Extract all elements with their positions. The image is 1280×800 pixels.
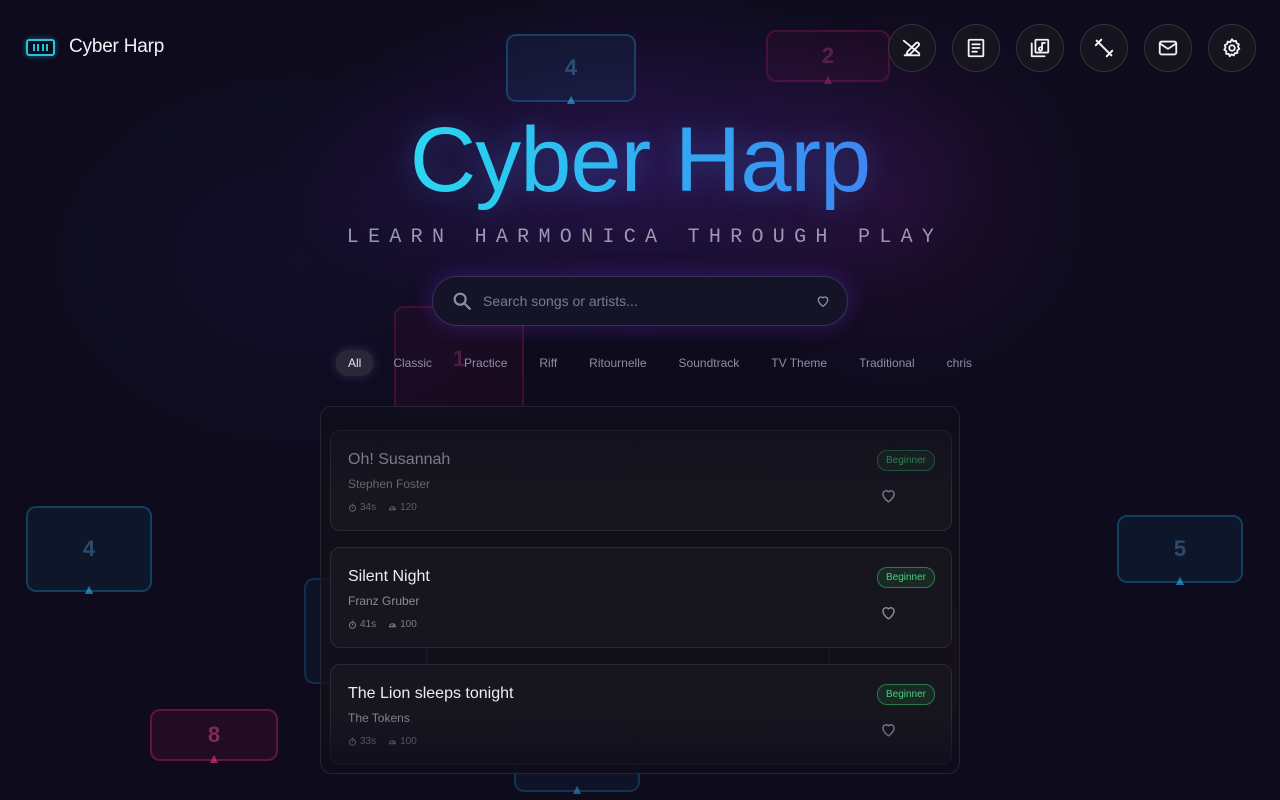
mail-button[interactable] <box>1144 24 1192 72</box>
edit-off-icon <box>902 39 921 57</box>
gear-icon <box>1223 38 1241 58</box>
edit-off-button[interactable] <box>888 24 936 72</box>
category-filters: All Classic Practice Riff Ritournelle So… <box>336 350 1004 376</box>
song-duration: 41s <box>360 619 377 630</box>
favorites-filter-heart-icon[interactable] <box>815 293 831 309</box>
song-card[interactable]: The Lion sleeps tonight The Tokens 33s 1… <box>330 664 952 765</box>
search-bar <box>432 276 848 326</box>
arrow-up-icon: ▲ <box>1173 572 1187 588</box>
hero-title: Cyber Harp <box>0 108 1280 213</box>
favorite-heart-icon[interactable] <box>879 720 898 739</box>
bg-note: 5 ▲ <box>1117 515 1243 587</box>
bg-note: 4 ▲ <box>26 506 152 596</box>
timer-icon <box>348 620 357 629</box>
notes-button[interactable] <box>952 24 1000 72</box>
arrow-up-icon: ▲ <box>207 750 221 766</box>
difficulty-badge: Beginner <box>876 567 935 588</box>
filter-chip-ritournelle[interactable]: Ritournelle <box>589 350 646 376</box>
settings-button[interactable] <box>1208 24 1256 72</box>
arrow-up-icon: ▲ <box>570 781 584 797</box>
top-toolbar <box>888 24 1256 72</box>
song-card[interactable]: Oh! Susannah Stephen Foster 34s 120 Begi… <box>330 430 952 531</box>
filter-chip-soundtrack[interactable]: Soundtrack <box>679 350 740 376</box>
arrow-up-icon: ▲ <box>564 91 578 107</box>
search-icon <box>453 292 471 310</box>
notes-icon <box>967 38 985 58</box>
bg-note: 8 ▲ <box>150 709 278 765</box>
song-tempo: 120 <box>400 502 417 513</box>
tempo-gauge-icon <box>389 740 397 745</box>
favorite-heart-icon[interactable] <box>879 486 898 505</box>
timer-icon <box>348 503 357 512</box>
tempo-gauge-icon <box>389 623 397 628</box>
timer-icon <box>348 737 357 746</box>
hero-subtitle: LEARN HARMONICA THROUGH PLAY <box>346 226 944 249</box>
song-artist: The Tokens <box>348 711 410 725</box>
filter-chip-chris[interactable]: chris <box>947 350 972 376</box>
difficulty-badge: Beginner <box>876 684 935 705</box>
song-artist: Franz Gruber <box>348 594 420 608</box>
favorite-heart-icon[interactable] <box>879 603 898 622</box>
song-duration: 33s <box>360 736 377 747</box>
mail-icon <box>1158 40 1178 56</box>
music-library-icon <box>1030 38 1050 58</box>
filter-chip-classic[interactable]: Classic <box>393 350 432 376</box>
harmonica-logo-icon <box>26 38 55 56</box>
song-title: Silent Night <box>348 568 430 585</box>
song-list[interactable]: Oh! Susannah Stephen Foster 34s 120 Begi… <box>320 406 960 774</box>
fitness-icon <box>1094 38 1114 58</box>
music-library-button[interactable] <box>1016 24 1064 72</box>
brand[interactable]: Cyber Harp <box>26 36 164 58</box>
filter-chip-practice[interactable]: Practice <box>464 350 507 376</box>
song-title: Oh! Susannah <box>348 451 451 468</box>
song-duration: 34s <box>360 502 377 513</box>
brand-name: Cyber Harp <box>69 36 165 57</box>
song-tempo: 100 <box>400 619 417 630</box>
song-meta: 34s 120 <box>348 502 417 513</box>
difficulty-badge: Beginner <box>876 450 935 471</box>
tempo-gauge-icon <box>389 506 397 511</box>
arrow-up-icon: ▲ <box>821 71 835 87</box>
song-title: The Lion sleeps tonight <box>348 685 514 702</box>
arrow-up-icon: ▲ <box>82 581 96 597</box>
bg-note: 2 ▲ <box>766 30 890 86</box>
filter-chip-tv-theme[interactable]: TV Theme <box>771 350 827 376</box>
song-tempo: 100 <box>400 736 417 747</box>
fitness-button[interactable] <box>1080 24 1128 72</box>
song-meta: 33s 100 <box>348 736 417 747</box>
filter-chip-all[interactable]: All <box>336 350 374 376</box>
search-input[interactable] <box>483 293 815 309</box>
song-card[interactable]: Silent Night Franz Gruber 41s 100 Beginn… <box>330 547 952 648</box>
song-artist: Stephen Foster <box>348 477 431 491</box>
filter-chip-traditional[interactable]: Traditional <box>859 350 915 376</box>
bg-note: 4 ▲ <box>506 34 636 106</box>
filter-chip-riff[interactable]: Riff <box>539 350 557 376</box>
song-meta: 41s 100 <box>348 619 417 630</box>
